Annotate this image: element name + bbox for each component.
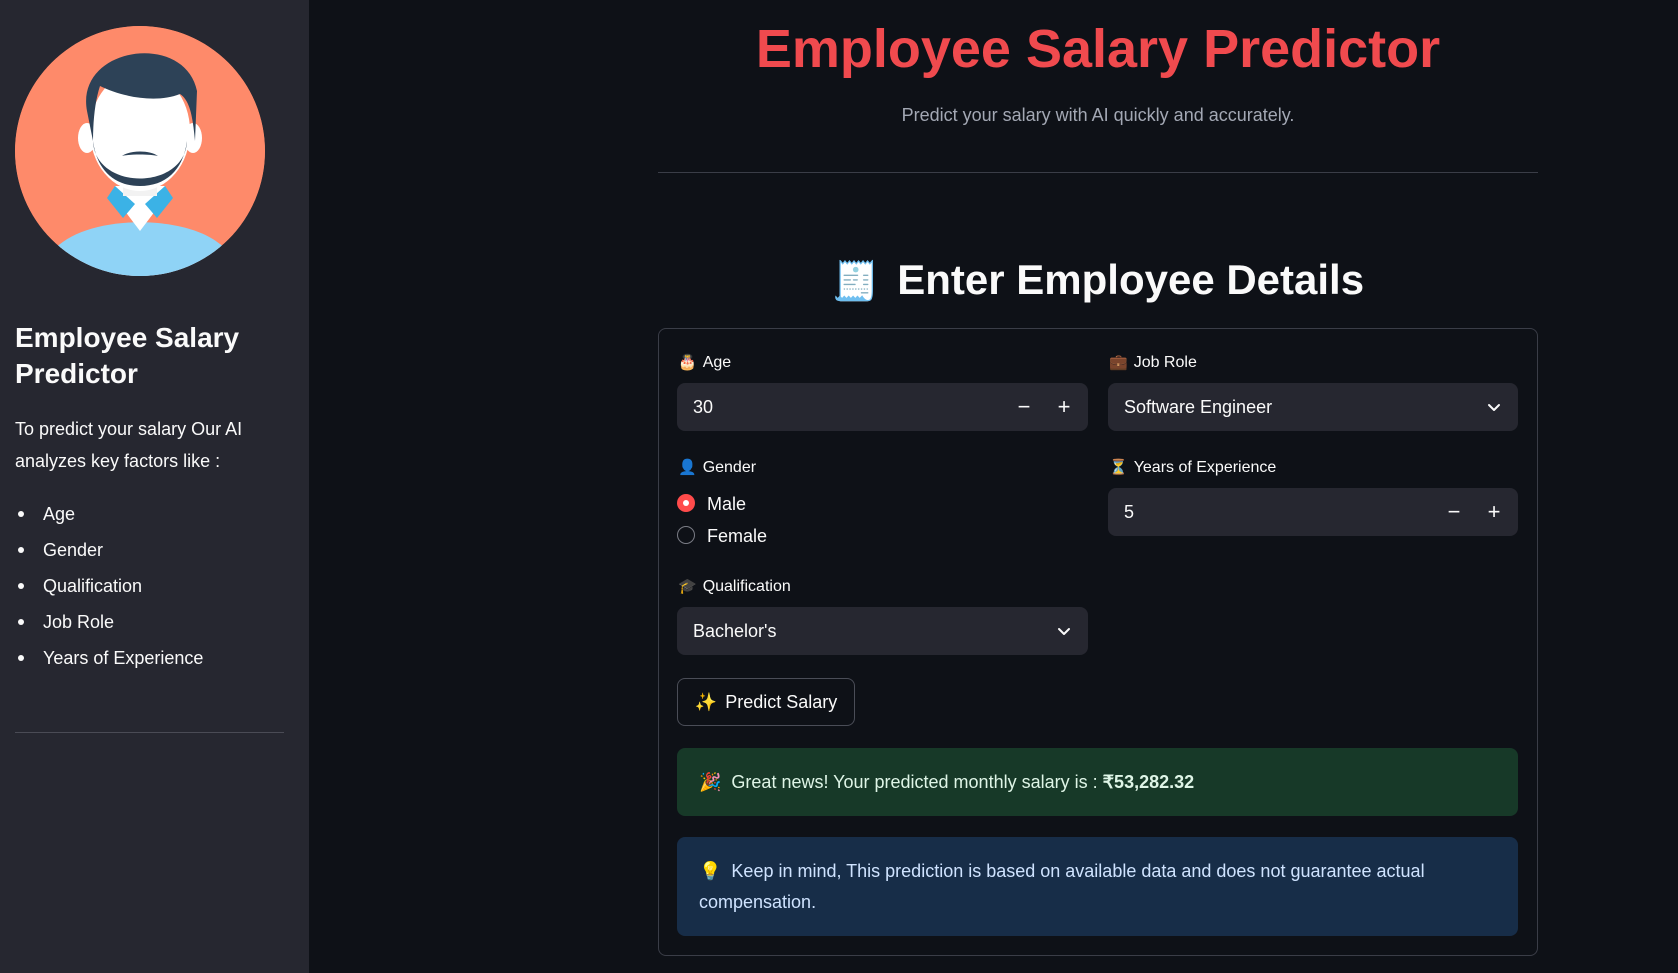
list-item: Years of Experience	[15, 640, 203, 676]
sidebar-title: Employee Salary Predictor	[15, 322, 240, 389]
person-icon: 👤	[678, 459, 697, 476]
section-title: Enter Employee Details	[897, 256, 1365, 303]
age-label: 🎂 Age	[678, 352, 731, 374]
gender-label-text: Gender	[702, 459, 757, 476]
chevron-down-icon	[1058, 628, 1070, 635]
factor-list: Age Gender Qualification Job Role Years …	[15, 496, 203, 676]
experience-decrement-button[interactable]: −	[1434, 488, 1474, 536]
sidebar-divider	[15, 732, 284, 733]
result-text: Great news! Your predicted monthly salar…	[731, 772, 1103, 792]
list-item: Qualification	[15, 568, 203, 604]
avatar	[15, 26, 265, 276]
gender-label: 👤 Gender	[678, 457, 756, 479]
job-role-label: 💼 Job Role	[1109, 352, 1197, 374]
hourglass-icon: ⏳	[1109, 459, 1128, 476]
qualification-label-text: Qualification	[702, 578, 791, 595]
avatar-illustration	[15, 26, 265, 276]
sparkles-icon: ✨	[694, 692, 718, 712]
section-heading: 🧾 Enter Employee Details	[658, 250, 1538, 312]
sidebar-description: To predict your salary Our AI analyzes k…	[15, 419, 243, 471]
radio-selected-icon[interactable]	[677, 494, 695, 512]
list-item: Job Role	[15, 604, 203, 640]
predict-button-label: Predict Salary	[725, 692, 838, 712]
briefcase-icon: 💼	[1109, 354, 1128, 371]
experience-label-text: Years of Experience	[1133, 459, 1277, 476]
header-divider	[658, 172, 1538, 173]
gender-option-label[interactable]: Male	[707, 490, 746, 518]
job-role-label-text: Job Role	[1133, 354, 1197, 371]
receipt-icon: 🧾	[831, 261, 880, 303]
job-role-select[interactable]: Software Engineer	[1108, 383, 1518, 431]
info-alert: 💡 Keep in mind, This prediction is based …	[677, 837, 1518, 936]
list-item: Age	[15, 496, 203, 532]
success-alert: 🎉 Great news! Your predicted monthly sala…	[677, 748, 1518, 816]
info-text: Keep in mind, This prediction is based o…	[699, 861, 1425, 912]
age-label-text: Age	[702, 354, 732, 371]
qualification-select[interactable]: Bachelor's	[677, 607, 1088, 655]
list-item: Gender	[15, 532, 203, 568]
age-decrement-button[interactable]: −	[1004, 383, 1044, 431]
job-role-value: Software Engineer	[1124, 397, 1273, 417]
radio-unselected-icon[interactable]	[677, 526, 695, 544]
age-value[interactable]: 30	[693, 383, 713, 431]
graduation-cap-icon: 🎓	[678, 578, 697, 595]
experience-increment-button[interactable]: +	[1474, 488, 1514, 536]
party-popper-icon: 🎉	[699, 772, 722, 792]
experience-label: ⏳ Years of Experience	[1109, 457, 1276, 479]
page-subtitle: Predict your salary with AI quickly and …	[901, 105, 1295, 125]
page-title: Employee Salary Predictor	[755, 19, 1441, 79]
predicted-salary-amount: ₹53,282.32	[1102, 772, 1195, 792]
lightbulb-icon: 💡	[699, 861, 722, 881]
qualification-value: Bachelor's	[693, 621, 777, 641]
age-input[interactable]: 30 − +	[677, 383, 1088, 431]
chevron-down-icon	[1488, 404, 1500, 411]
age-increment-button[interactable]: +	[1044, 383, 1084, 431]
experience-value[interactable]: 5	[1124, 488, 1134, 536]
experience-input[interactable]: 5 − +	[1108, 488, 1518, 536]
sidebar: Employee Salary Predictor To predict you…	[0, 0, 309, 973]
predict-salary-button[interactable]: ✨ Predict Salary	[677, 678, 855, 726]
qualification-label: 🎓 Qualification	[678, 576, 791, 598]
gender-option-label[interactable]: Female	[707, 522, 767, 550]
birthday-cake-icon: 🎂	[678, 354, 697, 371]
